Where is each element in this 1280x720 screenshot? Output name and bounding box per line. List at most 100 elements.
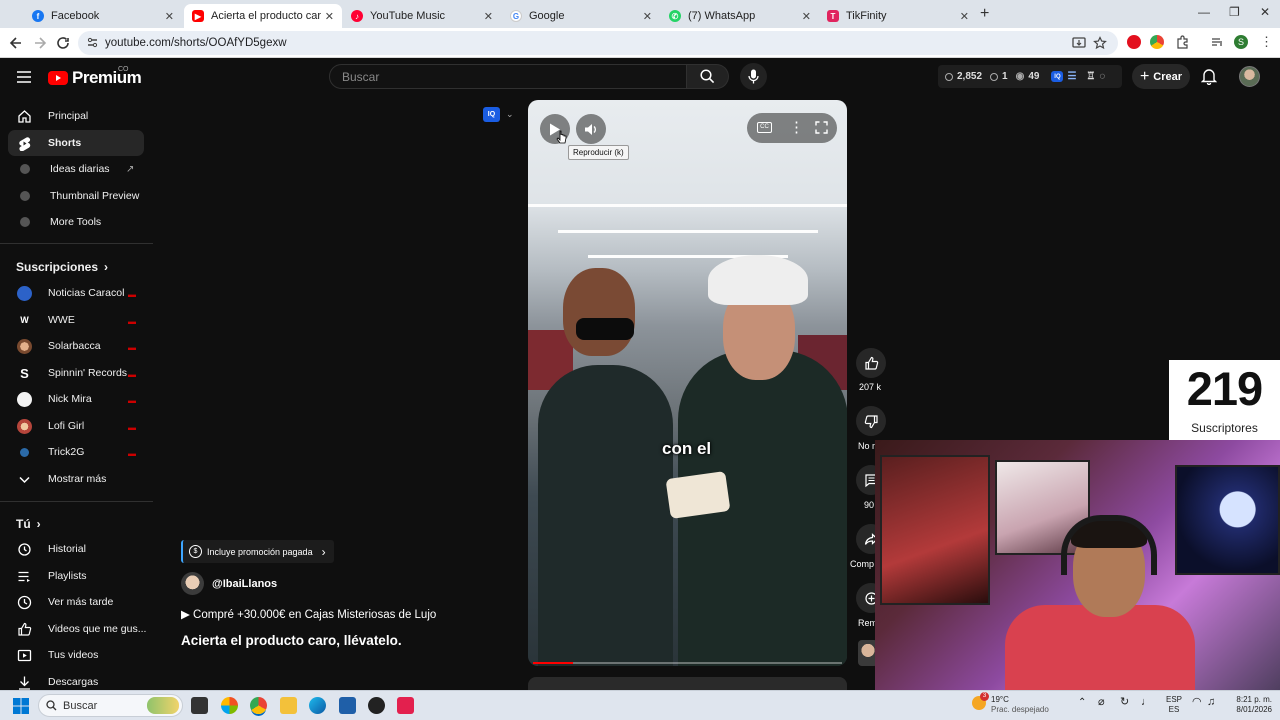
- tray-mic-icon[interactable]: ♩: [1141, 697, 1152, 708]
- tray-app-icon[interactable]: ⌀: [1098, 697, 1105, 708]
- volume-icon[interactable]: ♫: [1207, 697, 1215, 708]
- close-tab-icon[interactable]: ✕: [165, 10, 174, 23]
- store-icon[interactable]: [339, 697, 356, 714]
- sidebar-item-principal[interactable]: Principal: [8, 103, 144, 129]
- sidebar-item-ideas-diarias[interactable]: Ideas diarias ↗: [8, 156, 144, 182]
- chrome-taskbar-icon[interactable]: [250, 697, 267, 714]
- site-info-icon[interactable]: [86, 36, 99, 49]
- subscription-item[interactable]: Lofi Girl ▬: [8, 413, 144, 439]
- subscription-item[interactable]: S Spinnin' Records ▬: [8, 360, 144, 386]
- captions-icon[interactable]: CC: [757, 122, 772, 133]
- tab-tikfinity[interactable]: T TikFinity ✕: [819, 4, 977, 28]
- short-video-player[interactable]: con el Reproducir (k) CC ⋮: [528, 100, 847, 666]
- subscription-item[interactable]: Solarbacca ▬: [8, 333, 144, 359]
- minimize-icon[interactable]: —: [1198, 5, 1210, 19]
- sidebar-item-liked-videos[interactable]: Videos que me gus...: [8, 616, 146, 642]
- tab-google[interactable]: G Google ✕: [502, 4, 660, 28]
- install-app-icon[interactable]: [1072, 36, 1086, 50]
- channel-info[interactable]: @IbaiLlanos: [181, 572, 277, 595]
- related-video-link[interactable]: ▶ Compré +30.000€ en Cajas Misteriosas d…: [181, 607, 436, 621]
- new-tab-icon[interactable]: +: [980, 5, 989, 23]
- clock-date[interactable]: 8/01/2026: [1222, 705, 1272, 715]
- close-window-icon[interactable]: ✕: [1260, 5, 1270, 19]
- mute-button[interactable]: [576, 114, 606, 144]
- tab-youtube-short[interactable]: ▶ Acierta el producto caro, llévatelo ✕: [184, 4, 342, 28]
- language-bottom[interactable]: ES: [1163, 705, 1185, 715]
- youtube-premium-logo[interactable]: Premium CO: [48, 66, 142, 88]
- tray-expand-icon[interactable]: ⌃: [1078, 698, 1086, 708]
- like-icon: [18, 622, 32, 636]
- profile-avatar-icon[interactable]: S: [1234, 35, 1248, 49]
- file-explorer-icon[interactable]: [280, 697, 297, 714]
- you-heading[interactable]: Tú ›: [16, 517, 41, 531]
- opera-extension-icon[interactable]: [1127, 35, 1141, 49]
- close-tab-icon[interactable]: ✕: [802, 10, 811, 23]
- sidebar-item-more-tools[interactable]: More Tools: [8, 209, 144, 235]
- sidebar-item-label: Ideas diarias: [50, 163, 110, 175]
- sidebar-item-historial[interactable]: Historial: [8, 536, 144, 562]
- wifi-icon[interactable]: ◠: [1192, 697, 1202, 708]
- back-icon[interactable]: [8, 35, 24, 51]
- reload-icon[interactable]: [55, 35, 71, 51]
- obs-icon[interactable]: [368, 697, 385, 714]
- close-tab-icon[interactable]: ✕: [643, 10, 652, 23]
- tab-youtube-music[interactable]: ♪ YouTube Music ✕: [343, 4, 501, 28]
- create-button[interactable]: + Crear: [1132, 64, 1190, 89]
- weather-temp[interactable]: 19°C: [991, 695, 1009, 705]
- show-more-button[interactable]: Mostrar más: [8, 466, 144, 492]
- channel-avatar[interactable]: [181, 572, 204, 595]
- sidebar-item-descargas[interactable]: Descargas: [8, 669, 144, 690]
- google-icon: G: [510, 10, 522, 22]
- sidebar-item-thumbnail-preview[interactable]: Thumbnail Preview: [8, 183, 144, 209]
- subscription-item[interactable]: W WWE ▬: [8, 307, 144, 333]
- menu-hamburger-icon[interactable]: [17, 71, 31, 83]
- like-button[interactable]: [856, 348, 886, 378]
- weather-desc[interactable]: Prac. despejado: [991, 705, 1049, 715]
- search-input[interactable]: Buscar: [329, 64, 687, 89]
- channel-handle[interactable]: @IbaiLlanos: [212, 578, 277, 590]
- sidebar-item-shorts[interactable]: Shorts: [8, 130, 144, 156]
- voice-search-button[interactable]: [740, 63, 767, 90]
- next-short-preview[interactable]: [528, 677, 847, 691]
- fullscreen-icon[interactable]: [815, 121, 828, 134]
- subscription-item[interactable]: Nick Mira ▬: [8, 386, 144, 412]
- clock-time[interactable]: 8:21 p. m.: [1222, 695, 1272, 705]
- tab-whatsapp[interactable]: ✆ (7) WhatsApp ✕: [661, 4, 819, 28]
- extensions-puzzle-icon[interactable]: [1175, 35, 1189, 49]
- subscription-item[interactable]: Trick2G ▬: [8, 439, 144, 465]
- tray-sync-icon[interactable]: ↻: [1120, 697, 1129, 708]
- sidebar-item-playlists[interactable]: Playlists: [8, 563, 144, 589]
- extension-icon[interactable]: [1150, 35, 1164, 49]
- notifications-bell-icon[interactable]: [1201, 67, 1217, 85]
- bookmark-star-icon[interactable]: [1093, 36, 1107, 50]
- close-tab-icon[interactable]: ✕: [484, 10, 493, 23]
- media-control-icon[interactable]: [1210, 35, 1224, 49]
- vidiq-dropdown[interactable]: IQ ⌄: [483, 107, 514, 122]
- omnibox[interactable]: youtube.com/shorts/OOAfYD5gexw: [78, 31, 1118, 55]
- edge-icon[interactable]: [309, 697, 326, 714]
- vidiq-stats-bar[interactable]: 2,852 1 ◉ 49 IQ ☰ ♖ ◌: [938, 65, 1122, 88]
- video-progress-bar[interactable]: [533, 662, 842, 664]
- sidebar-item-tus-videos[interactable]: Tus videos: [8, 642, 144, 668]
- copilot-icon[interactable]: [221, 697, 238, 714]
- language-top[interactable]: ESP: [1163, 695, 1185, 705]
- browser-menu-icon[interactable]: ⋮: [1260, 35, 1274, 49]
- sidebar-item-ver-mas-tarde[interactable]: Ver más tarde: [8, 589, 144, 615]
- subscription-item[interactable]: Noticias Caracol ▬: [8, 280, 144, 306]
- windows-start-icon[interactable]: [13, 698, 29, 714]
- search-button[interactable]: [687, 64, 729, 89]
- tab-facebook[interactable]: f Facebook ✕: [24, 4, 182, 28]
- close-tab-icon[interactable]: ✕: [325, 10, 334, 23]
- account-avatar[interactable]: [1239, 66, 1260, 87]
- tiktok-live-icon[interactable]: [397, 697, 414, 714]
- restore-icon[interactable]: ❐: [1229, 5, 1240, 19]
- paid-promotion-badge[interactable]: $ Incluye promoción pagada ›: [181, 540, 334, 563]
- dislike-button[interactable]: [856, 406, 886, 436]
- more-options-icon[interactable]: ⋮: [789, 118, 804, 136]
- taskbar-search[interactable]: Buscar: [38, 694, 183, 717]
- subscriptions-heading-label: Suscripciones: [16, 260, 99, 274]
- forward-icon[interactable]: [32, 35, 48, 51]
- close-tab-icon[interactable]: ✕: [960, 10, 969, 23]
- task-view-icon[interactable]: [191, 697, 208, 714]
- subscriptions-heading[interactable]: Suscripciones ›: [16, 260, 108, 274]
